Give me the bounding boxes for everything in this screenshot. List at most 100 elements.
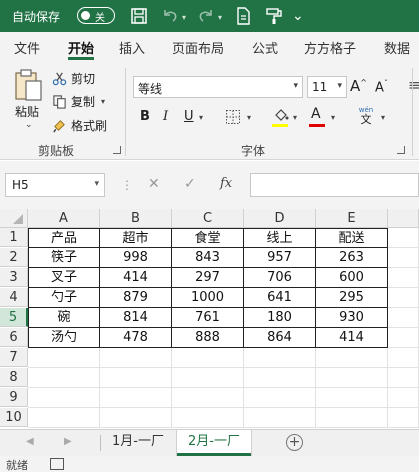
empty-cell[interactable] xyxy=(244,388,316,408)
insert-function-button[interactable]: fx xyxy=(220,176,232,191)
cut-button[interactable]: 剪切 xyxy=(52,68,95,88)
table-cell[interactable]: 843 xyxy=(172,248,244,268)
font-color-dropdown-icon[interactable]: ▾ xyxy=(331,113,335,122)
border-icon[interactable] xyxy=(225,109,241,125)
empty-cell[interactable] xyxy=(316,388,388,408)
empty-cell[interactable] xyxy=(388,308,419,328)
table-cell[interactable]: 1000 xyxy=(172,288,244,308)
cancel-icon[interactable]: ✕ xyxy=(148,176,160,192)
bold-button[interactable]: B xyxy=(140,109,150,124)
table-cell[interactable]: 957 xyxy=(244,248,316,268)
empty-cell[interactable] xyxy=(244,348,316,368)
phonetic-dropdown-icon[interactable]: ▾ xyxy=(381,113,385,122)
autosave-toggle[interactable]: 关 xyxy=(77,7,115,24)
empty-cell[interactable] xyxy=(316,368,388,388)
column-header-a[interactable]: A xyxy=(28,209,100,228)
copy-dropdown-icon[interactable]: ▾ xyxy=(101,97,105,106)
shrink-font-button[interactable]: Aˇ xyxy=(375,79,388,95)
underline-button[interactable]: U xyxy=(184,109,194,124)
redo-icon[interactable] xyxy=(196,6,216,26)
fill-color-icon[interactable] xyxy=(272,107,290,123)
table-cell[interactable]: 414 xyxy=(316,328,388,348)
table-cell[interactable]: 478 xyxy=(100,328,172,348)
table-cell[interactable]: 600 xyxy=(316,268,388,288)
copy-button[interactable]: 复制 ▾ xyxy=(52,91,105,111)
save-icon[interactable] xyxy=(129,6,149,26)
check-icon[interactable]: ✓ xyxy=(184,176,196,192)
table-cell[interactable]: 930 xyxy=(316,308,388,328)
tab-fangfang[interactable]: 方方格子 xyxy=(304,38,356,57)
drag-handle-icon[interactable]: ⋮ xyxy=(121,178,133,192)
table-header-cell[interactable]: 产品 xyxy=(28,228,100,248)
table-cell[interactable]: 814 xyxy=(100,308,172,328)
paste-dropdown-icon[interactable]: ⌄ xyxy=(25,120,33,130)
table-cell[interactable]: 998 xyxy=(100,248,172,268)
table-cell[interactable]: 641 xyxy=(244,288,316,308)
format-painter-button[interactable]: 格式刷 xyxy=(52,115,107,135)
empty-cell[interactable] xyxy=(388,348,419,368)
empty-cell[interactable] xyxy=(100,408,172,428)
italic-button[interactable]: I xyxy=(163,109,168,124)
table-header-cell[interactable]: 线上 xyxy=(244,228,316,248)
row-header-5[interactable]: 5 xyxy=(0,308,28,327)
empty-cell[interactable] xyxy=(388,268,419,288)
empty-cell[interactable] xyxy=(172,368,244,388)
table-cell[interactable]: 297 xyxy=(172,268,244,288)
next-sheet-icon[interactable]: ▶ xyxy=(64,436,72,447)
empty-cell[interactable] xyxy=(388,408,419,428)
empty-cell[interactable] xyxy=(100,348,172,368)
empty-cell[interactable] xyxy=(100,388,172,408)
row-header-8[interactable]: 8 xyxy=(0,368,28,387)
phonetic-button[interactable]: wén 文 xyxy=(356,106,376,126)
table-cell[interactable]: 879 xyxy=(100,288,172,308)
paint-format-icon[interactable] xyxy=(264,6,284,26)
tab-page-layout[interactable]: 页面布局 xyxy=(172,38,224,57)
font-size-select[interactable]: 11 ▾ xyxy=(307,76,347,98)
document-icon[interactable] xyxy=(233,6,253,26)
table-cell[interactable]: 263 xyxy=(316,248,388,268)
table-cell[interactable]: 筷子 xyxy=(28,248,100,268)
table-cell[interactable]: 414 xyxy=(100,268,172,288)
empty-cell[interactable] xyxy=(388,248,419,268)
empty-cell[interactable] xyxy=(172,388,244,408)
empty-cell[interactable] xyxy=(316,408,388,428)
column-header-c[interactable]: C xyxy=(172,209,244,228)
table-cell[interactable]: 勺子 xyxy=(28,288,100,308)
align-overflow-icon[interactable]: ≡ xyxy=(408,76,419,94)
empty-cell[interactable] xyxy=(244,368,316,388)
table-cell[interactable]: 761 xyxy=(172,308,244,328)
table-cell[interactable]: 706 xyxy=(244,268,316,288)
row-header-2[interactable]: 2 xyxy=(0,248,28,267)
table-cell[interactable]: 180 xyxy=(244,308,316,328)
empty-cell[interactable] xyxy=(172,348,244,368)
column-header-e[interactable]: E xyxy=(316,209,388,228)
font-color-button[interactable]: A xyxy=(311,106,321,122)
row-header-3[interactable]: 3 xyxy=(0,268,28,287)
column-header-f[interactable] xyxy=(388,209,419,228)
formula-input[interactable] xyxy=(250,173,419,197)
tab-insert[interactable]: 插入 xyxy=(119,38,145,57)
row-header-1[interactable]: 1 xyxy=(0,228,28,247)
add-sheet-button[interactable]: + xyxy=(286,434,303,451)
empty-cell[interactable] xyxy=(388,328,419,348)
empty-cell[interactable] xyxy=(388,228,419,248)
empty-cell[interactable] xyxy=(244,408,316,428)
overflow-icon[interactable]: ⌄ xyxy=(292,8,312,28)
tab-data[interactable]: 数据 xyxy=(384,38,410,57)
prev-sheet-icon[interactable]: ◀ xyxy=(26,436,34,447)
table-cell[interactable]: 864 xyxy=(244,328,316,348)
empty-cell[interactable] xyxy=(388,388,419,408)
empty-cell[interactable] xyxy=(388,288,419,308)
table-cell[interactable]: 碗 xyxy=(28,308,100,328)
redo-dropdown-icon[interactable]: ▾ xyxy=(218,13,222,22)
row-header-7[interactable]: 7 xyxy=(0,348,28,367)
undo-icon[interactable] xyxy=(160,6,180,26)
clipboard-launcher-icon[interactable] xyxy=(113,146,121,154)
tab-home[interactable]: 开始 xyxy=(68,38,94,57)
macro-record-icon[interactable] xyxy=(50,458,64,470)
empty-cell[interactable] xyxy=(28,388,100,408)
empty-cell[interactable] xyxy=(100,368,172,388)
empty-cell[interactable] xyxy=(316,348,388,368)
row-header-4[interactable]: 4 xyxy=(0,288,28,307)
sheet-tab-feb[interactable]: 2月-一厂 xyxy=(177,430,251,456)
